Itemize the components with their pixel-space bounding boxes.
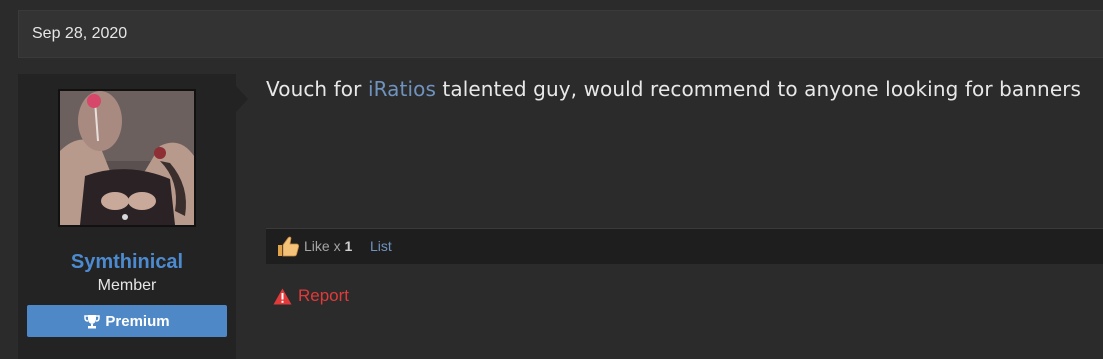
premium-badge-label: Premium <box>105 312 170 330</box>
username[interactable]: Symthinical <box>18 251 236 274</box>
report-button[interactable]: Report <box>273 286 349 306</box>
user-panel-arrow <box>236 86 248 112</box>
user-panel: Symthinical Member Premium <box>18 74 236 359</box>
likes-list-link[interactable]: List <box>370 238 392 254</box>
avatar-image <box>60 91 194 225</box>
trophy-icon <box>84 314 101 328</box>
like-count: 1 <box>344 238 353 254</box>
likes-bar: Like x 1 List <box>266 228 1103 264</box>
report-label: Report <box>298 286 350 305</box>
message-prefix: Vouch for <box>266 77 368 101</box>
user-mention-link[interactable]: iRatios <box>368 77 436 101</box>
avatar[interactable] <box>58 89 196 227</box>
post-date[interactable]: Sep 28, 2020 <box>32 25 127 43</box>
post-date-bar: Sep 28, 2020 <box>18 10 1103 58</box>
warning-icon <box>273 288 292 304</box>
premium-badge: Premium <box>27 305 227 337</box>
like-summary: Like x 1 <box>304 238 352 254</box>
like-label: Like x <box>304 238 345 254</box>
message-suffix: talented guy, would recommend to anyone … <box>435 77 1082 101</box>
post-message: Vouch for iRatios talented guy, would re… <box>266 77 1081 101</box>
thumbs-up-icon <box>278 236 299 257</box>
forum-post: Sep 28, 2020 Symthinical Member Premium … <box>0 0 1103 359</box>
user-title: Member <box>97 277 157 294</box>
